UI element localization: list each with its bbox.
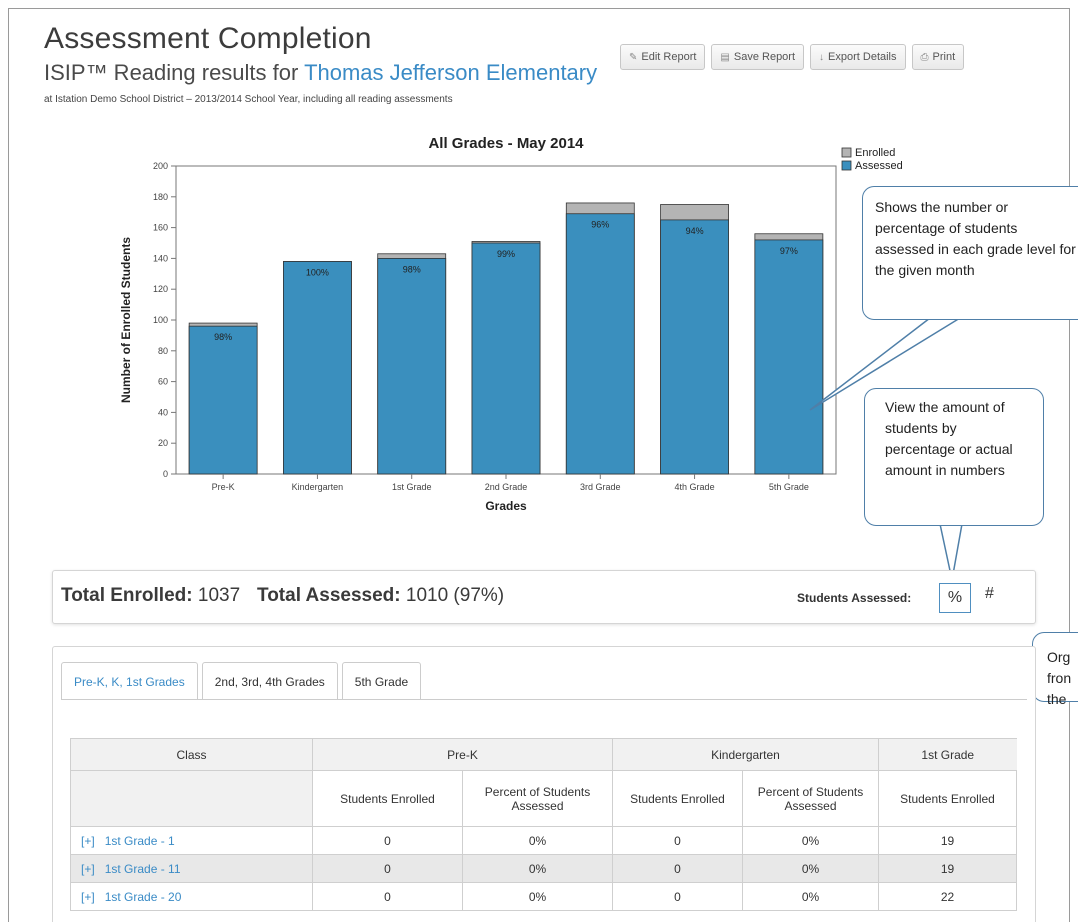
grade-tabs: Pre-K, K, 1st Grades 2nd, 3rd, 4th Grade… — [61, 662, 425, 700]
class-subheader-blank — [70, 770, 313, 827]
expand-row-toggle[interactable]: [+] — [81, 862, 95, 876]
total-enrolled-value: 1037 — [197, 585, 241, 606]
table-body: [+] 1st Grade - 1 0 0% 0 0% 19 [+] 1st Grade - 1… — [70, 826, 1017, 911]
table-cell: 0% — [742, 826, 879, 855]
group-header-kindergarten: Kindergarten — [612, 738, 879, 771]
total-enrolled-label: Total Enrolled: — [61, 585, 193, 606]
subheader-enrolled: Students Enrolled — [312, 770, 463, 827]
class-table: Class Pre-K Kindergarten 1st Grade Stude… — [70, 738, 1017, 911]
class-header: Class — [70, 738, 313, 771]
subheader-enrolled: Students Enrolled — [612, 770, 743, 827]
table-cell: 0 — [612, 826, 743, 855]
table-cell: 0% — [742, 882, 879, 911]
students-assessed-label: Students Assessed: — [797, 591, 912, 605]
table-cell: 19 — [878, 854, 1017, 883]
subheader-enrolled: Students Enrolled — [878, 770, 1017, 827]
table-cell: 0% — [462, 882, 613, 911]
table-sub-header: Students Enrolled Percent of Students As… — [70, 770, 1017, 827]
table-group-header: Class Pre-K Kindergarten 1st Grade — [70, 738, 1017, 771]
class-cell: [+] 1st Grade - 20 — [70, 882, 313, 911]
percent-toggle[interactable]: % — [939, 583, 971, 613]
group-header-prek: Pre-K — [312, 738, 613, 771]
tab-2nd-3rd-4th[interactable]: 2nd, 3rd, 4th Grades — [201, 662, 338, 700]
table-row: [+] 1st Grade - 20 0 0% 0 0% 22 — [70, 882, 1017, 911]
table-row: [+] 1st Grade - 11 0 0% 0 0% 19 — [70, 854, 1017, 883]
subheader-percent: Percent of Students Assessed — [742, 770, 879, 827]
total-assessed-label: Total Assessed: — [257, 585, 401, 606]
total-enrolled: Total Enrolled: 1037 — [61, 585, 240, 607]
class-name-link[interactable]: 1st Grade - 20 — [105, 890, 182, 904]
group-header-1st: 1st Grade — [878, 738, 1017, 771]
table-cell: 0 — [612, 854, 743, 883]
class-name-link[interactable]: 1st Grade - 11 — [105, 862, 181, 876]
table-cell: 19 — [878, 826, 1017, 855]
total-assessed: Total Assessed: 1010 (97%) — [257, 585, 504, 607]
class-cell: [+] 1st Grade - 1 — [70, 826, 313, 855]
table-row: [+] 1st Grade - 1 0 0% 0 0% 19 — [70, 826, 1017, 855]
tab-prek-k-1st[interactable]: Pre-K, K, 1st Grades — [61, 662, 198, 700]
callout-table: Org fron the — [1032, 632, 1078, 707]
subheader-percent: Percent of Students Assessed — [462, 770, 613, 827]
tab-divider — [61, 699, 1027, 700]
table-cell: 0% — [462, 854, 613, 883]
table-cell: 22 — [878, 882, 1017, 911]
expand-row-toggle[interactable]: [+] — [81, 890, 95, 904]
total-assessed-value: 1010 (97%) — [405, 585, 505, 606]
table-cell: 0 — [312, 882, 463, 911]
table-cell: 0% — [462, 826, 613, 855]
table-cell: 0 — [612, 882, 743, 911]
callout-chart: Shows the number or percentage of studen… — [862, 186, 1078, 320]
class-cell: [+] 1st Grade - 11 — [70, 854, 313, 883]
class-name-link[interactable]: 1st Grade - 1 — [105, 834, 175, 848]
tab-5th[interactable]: 5th Grade — [341, 662, 422, 700]
expand-row-toggle[interactable]: [+] — [81, 834, 95, 848]
table-cell: 0% — [742, 854, 879, 883]
totals-bar: Total Enrolled: 1037 Total Assessed: 101… — [52, 570, 1036, 624]
table-cell: 0 — [312, 854, 463, 883]
number-toggle[interactable]: # — [985, 585, 994, 603]
callout-toggle: View the amount of students by percentag… — [864, 388, 1044, 526]
table-cell: 0 — [312, 826, 463, 855]
